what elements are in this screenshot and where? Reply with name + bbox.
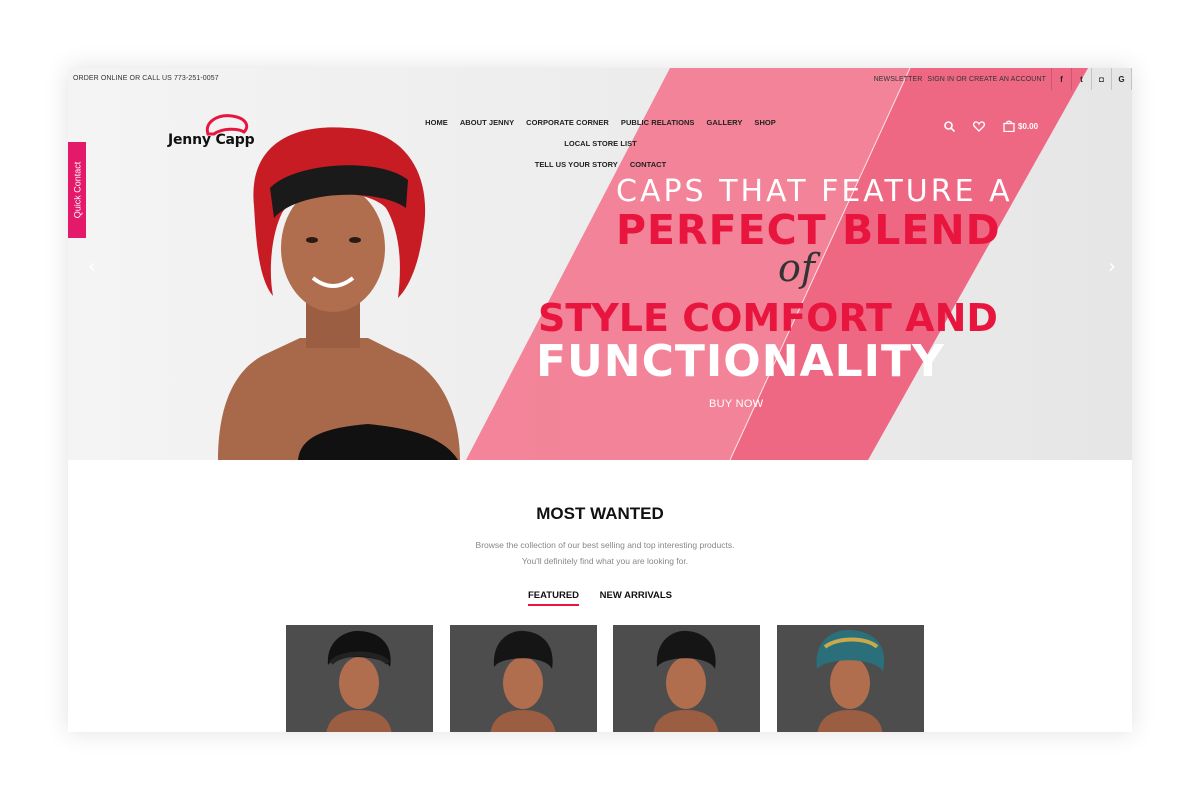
most-wanted-desc-line-1: Browse the collection of our best sellin… <box>475 540 735 550</box>
product-image <box>613 625 760 732</box>
hero-line-4: STYLE COMFORT AND <box>538 296 998 340</box>
product-image <box>450 625 597 732</box>
site-logo[interactable]: Jenny Capp <box>168 112 263 152</box>
main-nav: HOME ABOUT JENNY CORPORATE CORNER PUBLIC RE… <box>388 112 813 175</box>
nav-contact[interactable]: CONTACT <box>630 154 666 175</box>
cart-amount: $0.00 <box>1018 121 1039 131</box>
contact-info: ORDER ONLINE OR CALL US 773-251-0057 <box>73 75 219 82</box>
most-wanted-description: Browse the collection of our best sellin… <box>68 537 1132 569</box>
search-icon[interactable] <box>944 120 955 132</box>
newsletter-link[interactable]: NEWSLETTER <box>874 76 923 83</box>
social-links: f t ◘ G <box>1051 68 1132 90</box>
slider-next-arrow[interactable]: › <box>1108 254 1116 278</box>
tab-featured[interactable]: FEATURED <box>528 590 580 606</box>
nav-about-jenny[interactable]: ABOUT JENNY <box>460 112 514 133</box>
nav-public-relations[interactable]: PUBLIC RELATIONS <box>621 112 695 133</box>
cart-button[interactable]: $0.00 <box>1003 120 1038 132</box>
cart-icon <box>1003 120 1015 132</box>
nav-shop[interactable]: SHOP <box>754 112 775 133</box>
google-icon[interactable]: G <box>1112 68 1132 90</box>
logo-text: Jenny Capp <box>168 132 255 148</box>
facebook-icon[interactable]: f <box>1052 68 1072 90</box>
wishlist-heart-icon[interactable] <box>973 120 985 132</box>
quick-contact-label: Quick Contact <box>72 161 82 219</box>
product-image <box>286 625 433 732</box>
product-card[interactable] <box>777 625 924 732</box>
hero-banner: ORDER ONLINE OR CALL US 773-251-0057 NEW… <box>68 68 1132 460</box>
nav-gallery[interactable]: GALLERY <box>706 112 742 133</box>
hero-line-3: of <box>778 246 815 290</box>
product-image <box>777 625 924 732</box>
twitter-icon[interactable]: t <box>1072 68 1092 90</box>
hero-model-image <box>218 127 460 460</box>
product-card[interactable] <box>450 625 597 732</box>
hero-line-1: CAPS THAT FEATURE A <box>616 174 1013 209</box>
nav-tell-us-your-story[interactable]: TELL US YOUR STORY <box>535 154 618 175</box>
most-wanted-desc-line-2: You'll definitely find what you are look… <box>521 556 689 566</box>
top-bar: ORDER ONLINE OR CALL US 773-251-0057 NEW… <box>68 68 1132 90</box>
product-tabs: FEATURED NEW ARRIVALS <box>68 590 1132 606</box>
tab-new-arrivals[interactable]: NEW ARRIVALS <box>600 590 672 604</box>
quick-contact-tab[interactable]: Quick Contact <box>68 142 86 238</box>
slider-prev-arrow[interactable]: ‹ <box>88 254 96 278</box>
nav-corporate-corner[interactable]: CORPORATE CORNER <box>526 112 609 133</box>
hero-line-5: FUNCTIONALITY <box>536 336 945 387</box>
nav-local-store-list[interactable]: LOCAL STORE LIST <box>564 133 637 154</box>
most-wanted-title: MOST WANTED <box>536 504 664 523</box>
instagram-icon[interactable]: ◘ <box>1092 68 1112 90</box>
nav-home[interactable]: HOME <box>425 112 448 133</box>
buy-now-button[interactable]: BUY NOW <box>709 398 763 410</box>
header-tools: $0.00 <box>944 120 1056 132</box>
product-card[interactable] <box>286 625 433 732</box>
signin-link[interactable]: SIGN IN OR CREATE AN ACCOUNT <box>927 76 1046 83</box>
page-frame: ORDER ONLINE OR CALL US 773-251-0057 NEW… <box>68 68 1132 732</box>
product-grid <box>286 625 926 732</box>
product-card[interactable] <box>613 625 760 732</box>
